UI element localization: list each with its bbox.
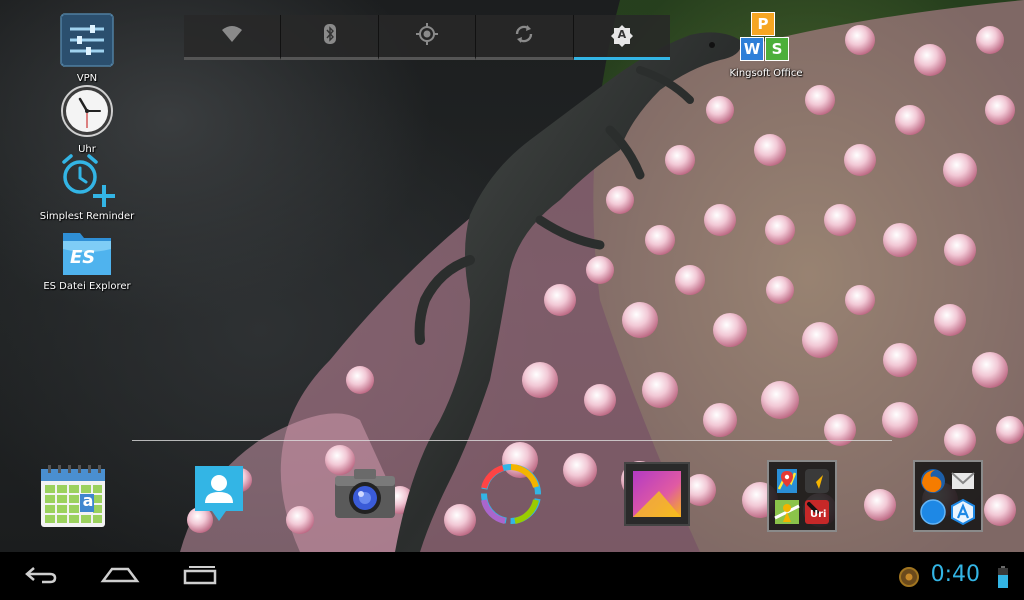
dock-divider: [132, 440, 892, 441]
es-glyph: ES: [70, 247, 96, 268]
maps-icon: [773, 466, 801, 495]
street-view-icon: [773, 497, 801, 526]
system-navigation-bar: 0:40: [0, 552, 1024, 600]
contacts-dock-app[interactable]: [184, 460, 254, 532]
sync-icon: [513, 23, 535, 49]
location-icon: [416, 23, 439, 49]
auto-brightness-toggle[interactable]: A: [573, 15, 671, 60]
calendar-icon: a: [38, 463, 108, 529]
back-icon: [22, 564, 58, 588]
auto-brightness-glyph: A: [617, 28, 627, 41]
app-store-icon: [949, 497, 977, 526]
email-icon: [949, 466, 977, 495]
camera-dock-app[interactable]: [330, 460, 400, 532]
home-button[interactable]: [90, 560, 150, 592]
alarm-add-icon: [58, 153, 116, 213]
kingsoft-tile-w: W: [740, 37, 764, 61]
auto-brightness-icon: A: [610, 24, 634, 48]
navigation-icon: [803, 466, 831, 495]
gallery-dock-app[interactable]: [622, 460, 692, 532]
gallery-icon: [623, 461, 691, 531]
vpn-shortcut[interactable]: VPN: [41, 13, 133, 85]
uri-icon: Uri: [803, 497, 831, 526]
back-button[interactable]: [10, 560, 70, 592]
maps-folder: Uri: [767, 460, 837, 532]
clock-shortcut[interactable]: Uhr: [41, 84, 133, 156]
home-icon: [100, 563, 140, 589]
bluetooth-icon: [323, 24, 337, 48]
clock-icon: [60, 84, 114, 142]
reminder-label: Simplest Reminder: [39, 211, 135, 222]
notification-icon[interactable]: [898, 566, 920, 592]
kingsoft-tile-s: S: [765, 37, 789, 61]
recent-apps-icon: [181, 563, 219, 589]
vpn-settings-icon: [60, 13, 114, 71]
sync-toggle[interactable]: [476, 15, 574, 60]
kingsoft-office-icon: P W S: [737, 10, 795, 68]
kingsoft-office-shortcut[interactable]: P W S Kingsoft Office: [720, 10, 812, 80]
wifi-icon: [220, 24, 244, 48]
es-label: ES Datei Explorer: [43, 281, 131, 292]
wifi-toggle[interactable]: [184, 15, 282, 60]
location-toggle[interactable]: [378, 15, 477, 60]
recent-apps-button[interactable]: [170, 560, 230, 592]
reminder-shortcut[interactable]: Simplest Reminder: [39, 153, 135, 223]
folder-internet[interactable]: [913, 460, 983, 532]
globe-icon: [919, 497, 947, 526]
es-file-explorer-icon: ES: [60, 225, 114, 279]
internet-folder: [913, 460, 983, 532]
es-explorer-shortcut[interactable]: ES ES Datei Explorer: [41, 225, 133, 293]
contacts-icon: [192, 463, 246, 529]
bluetooth-toggle[interactable]: [281, 15, 379, 60]
kingsoft-label: Kingsoft Office: [729, 68, 803, 79]
firefox-icon: [919, 466, 947, 495]
uri-text: Uri: [810, 509, 827, 520]
folder-maps[interactable]: Uri: [767, 460, 837, 532]
app-drawer-icon: [477, 460, 545, 532]
battery-icon: [998, 566, 1008, 592]
kingsoft-tile-p: P: [751, 12, 775, 36]
quick-settings-bar: A: [184, 15, 671, 60]
status-clock[interactable]: 0:40: [931, 562, 980, 587]
calendar-glyph: a: [82, 491, 94, 510]
calendar-dock-app[interactable]: a: [38, 460, 108, 532]
camera-icon: [332, 466, 398, 526]
app-drawer-button[interactable]: [476, 460, 546, 532]
